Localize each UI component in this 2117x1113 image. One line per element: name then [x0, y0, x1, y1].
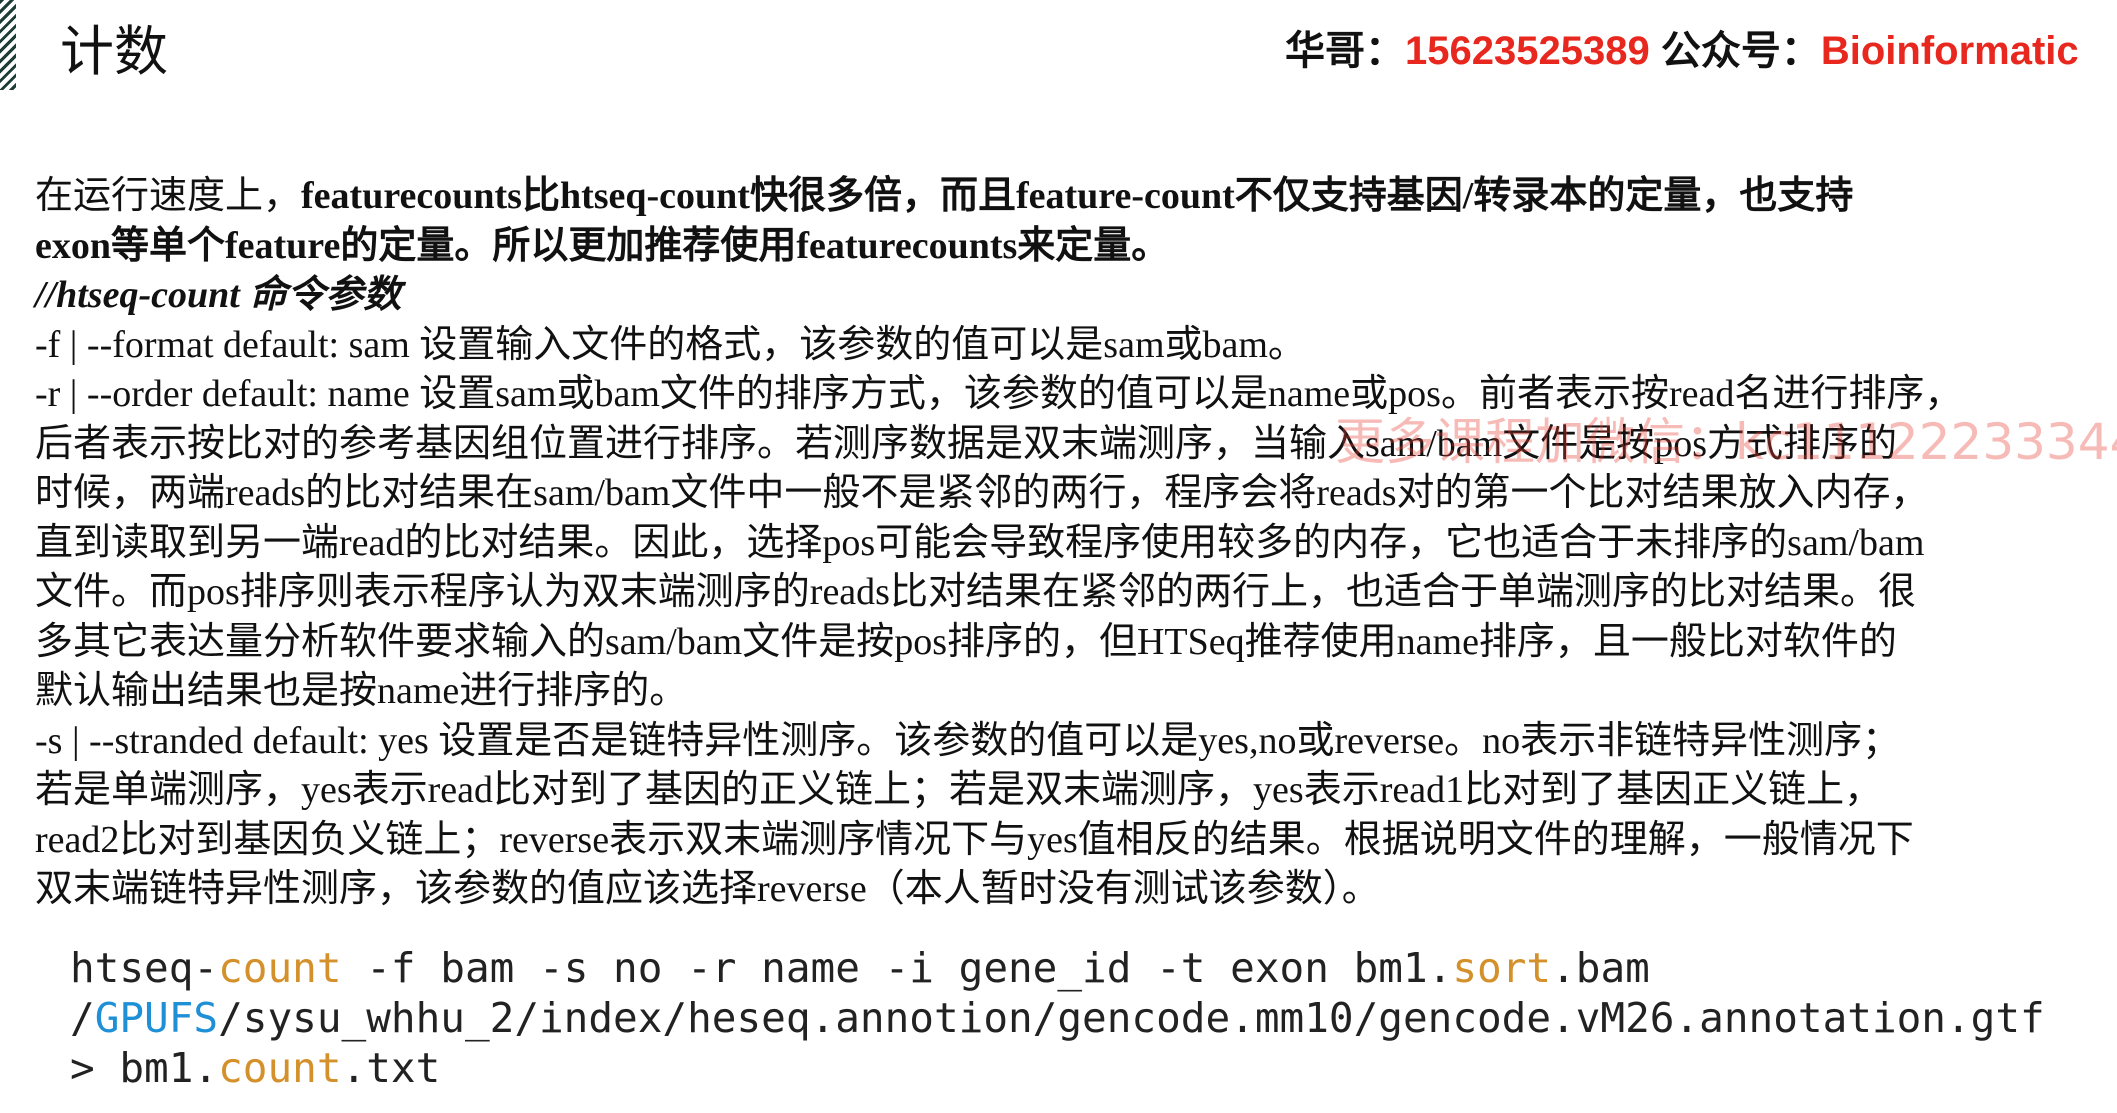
code-token-keyword: sort [1452, 944, 1552, 992]
text-line: -f | --format default: sam 设置输入文件的格式，该参数… [35, 323, 1306, 366]
code-line-2: /GPUFS/sysu_whhu_2/index/heseq.annotion/… [70, 993, 2045, 1043]
account-label: 公众号： [1660, 29, 1821, 73]
text-line: read2比对到基因负义链上；reverse表示双末端测序情况下与yes值相反的… [35, 818, 1914, 861]
code-token: .txt [341, 1044, 441, 1092]
intro-line-2: exon等单个feature的定量。所以更加推荐使用featurecounts来… [35, 224, 1170, 267]
text-line: 时候，两端reads的比对结果在sam/bam文件中一般不是紧邻的两行，程序会将… [35, 472, 1929, 514]
code-token: -f bam -s no -r name -i gene_id -t exon … [341, 944, 1453, 992]
contact-label: 华哥： [1285, 29, 1405, 73]
phone-number: 15623525389 [1405, 29, 1650, 73]
section-comment: //htseq-count 命令参数 [35, 274, 402, 316]
code-block: htseq-count -f bam -s no -r name -i gene… [70, 943, 2045, 1093]
code-token: .bam [1551, 944, 1650, 992]
account-name: Bioinformatic [1820, 29, 2079, 73]
intro-text: 在运行速度上， [35, 175, 302, 217]
text-line: 文件。而pos排序则表示程序认为双末端测序的reads比对结果在紧邻的两行上，也… [35, 571, 1916, 613]
text-line: 后者表示按比对的参考基因组位置进行排序。若测序数据是双末端测序，当输入sam/b… [35, 422, 1897, 465]
page-title: 计数 [60, 20, 168, 83]
code-token: /sysu_whhu_2/index/heseq.annotion/gencod… [218, 994, 2045, 1042]
code-token: / [70, 994, 95, 1042]
code-token-highlight: GPUFS [94, 994, 219, 1042]
header-stripe-decoration [0, 0, 16, 90]
intro-line-1: 在运行速度上，featurecounts比htseq-count快很多倍，而且f… [35, 172, 1962, 222]
intro-text-bold: featurecounts比htseq-count快很多倍，而且feature-… [301, 175, 1854, 217]
code-token-keyword: count [218, 1044, 342, 1092]
code-token-keyword: count [218, 944, 342, 992]
text-line: 多其它表达量分析软件要求输入的sam/bam文件是按pos排序的，但HTSeq推… [35, 620, 1897, 663]
code-line-1: htseq-count -f bam -s no -r name -i gene… [70, 943, 2045, 993]
code-token: htseq- [70, 944, 219, 992]
text-line: 默认输出结果也是按name进行排序的。 [35, 670, 688, 712]
text-line: -r | --order default: name 设置sam或bam文件的排… [35, 373, 1963, 415]
text-line: 双末端链特异性测序，该参数的值应该选择reverse（本人暂时没有测试该参数）。 [35, 868, 1380, 910]
text-line: 直到读取到另一端read的比对结果。因此，选择pos可能会导致程序使用较多的内存… [35, 521, 1925, 564]
code-line-3: > bm1.count.txt [70, 1043, 2045, 1093]
contact-info: 华哥：15623525389 公众号：Bioinformatic [1285, 24, 2079, 78]
document-body: 在运行速度上，featurecounts比htseq-count快很多倍，而且f… [35, 172, 1962, 915]
text-line: -s | --stranded default: yes 设置是否是链特异性测序… [35, 719, 1901, 762]
code-token: > bm1. [70, 1044, 219, 1092]
text-line: 若是单端测序，yes表示read比对到了基因的正义链上；若是双末端测序，yes表… [35, 769, 1883, 811]
